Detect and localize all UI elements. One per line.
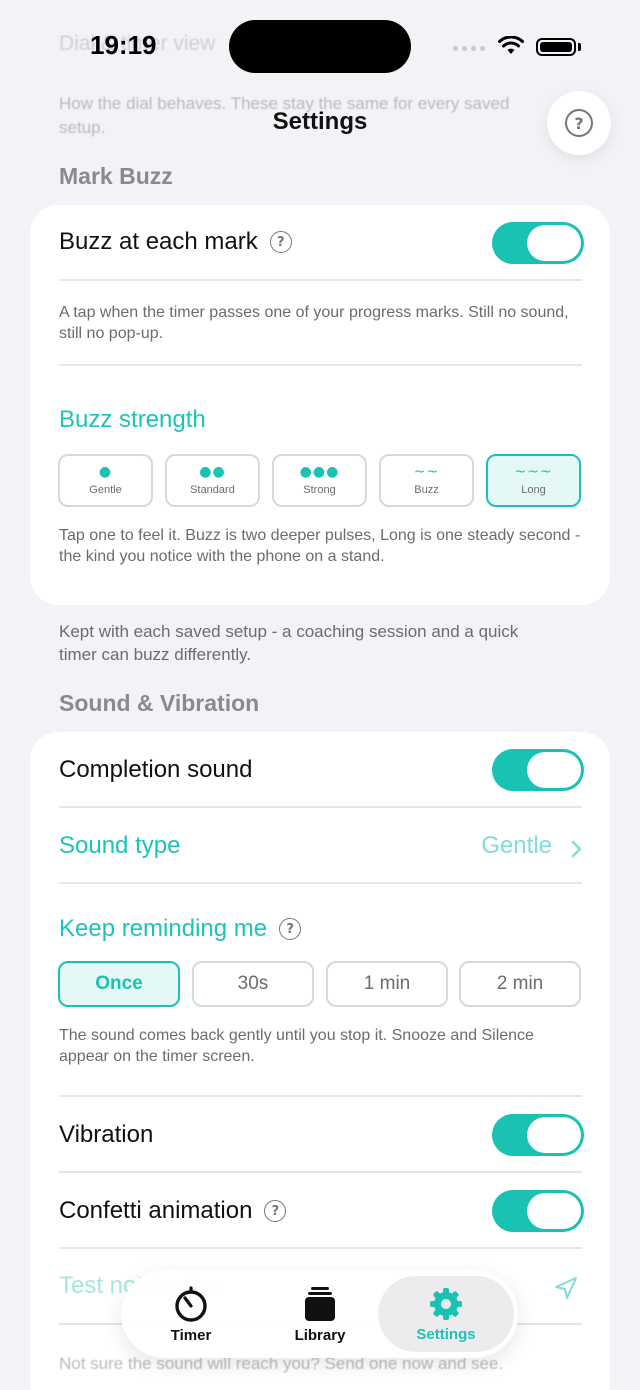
strength-standard-icon: ●● (199, 464, 226, 480)
divider (59, 806, 582, 808)
strength-note: Tap one to feel it. Buzz is two deeper p… (59, 527, 581, 565)
remind-option-30s[interactable]: 30s (192, 961, 314, 1007)
status-time: 19:19 (90, 30, 157, 60)
buzz-at-each-mark-row: Buzz at each mark ? (59, 228, 292, 256)
battery-cap (578, 43, 581, 51)
strength-option-strong[interactable]: ●●● Strong (272, 454, 367, 507)
completion-sound-row: Completion sound (59, 756, 252, 784)
remind-note: The sound comes back gently until you st… (59, 1027, 534, 1065)
remind-option-once[interactable]: Once (58, 961, 180, 1007)
confetti-row: Confetti animation ? (59, 1197, 287, 1225)
strength-option-label: Standard (190, 484, 235, 496)
strength-buzz-icon: ~~ (413, 464, 440, 480)
strength-option-long[interactable]: ~~~ Long (486, 454, 581, 507)
section-header-sound-vibration: Sound & Vibration (59, 690, 260, 716)
tab-timer-label: Timer (170, 1326, 212, 1344)
completion-sound-label: Completion sound (59, 756, 253, 783)
gear-icon (430, 1287, 462, 1320)
timer-icon (175, 1285, 207, 1322)
confetti-toggle[interactable] (492, 1190, 584, 1232)
keep-reminding-help-icon[interactable]: ? (279, 918, 302, 940)
strength-long-icon: ~~~ (514, 464, 553, 480)
strength-option-label: Strong (303, 484, 336, 496)
wifi-icon (498, 36, 524, 54)
tab-library[interactable]: Library (261, 1270, 379, 1358)
tab-settings-label: Settings (416, 1325, 476, 1343)
strength-option-buzz[interactable]: ~~ Buzz (379, 454, 474, 507)
tab-library-label: Library (294, 1326, 346, 1344)
page-title: Settings (272, 108, 368, 135)
strength-option-label: Gentle (89, 484, 122, 496)
strength-option-label: Buzz (414, 484, 439, 496)
buzz-strength-label: Buzz strength (59, 406, 206, 433)
divider (59, 1247, 582, 1249)
buzz-note: A tap when the timer passes one of your … (59, 304, 569, 342)
sound-type-label: Sound type (59, 832, 181, 859)
divider (59, 1095, 582, 1097)
keep-reminding-row: Keep reminding me ? (59, 915, 302, 943)
battery-icon (536, 38, 576, 56)
strength-option-gentle[interactable]: ● Gentle (58, 454, 153, 507)
help-button[interactable]: ? (547, 91, 611, 155)
divider (59, 279, 582, 281)
divider (59, 882, 582, 884)
buzz-at-each-mark-toggle[interactable] (492, 222, 584, 264)
cellular-signal-icon (453, 46, 485, 51)
buzz-at-each-mark-label: Buzz at each mark (59, 228, 258, 255)
tab-bar: Timer Library Settings (121, 1270, 518, 1358)
send-icon[interactable] (553, 1275, 579, 1301)
section-header-mark-buzz: Mark Buzz (59, 163, 173, 189)
library-icon (305, 1286, 335, 1321)
sound-type-value: Gentle (481, 832, 552, 859)
confetti-label: Confetti animation (59, 1197, 253, 1224)
strength-option-standard[interactable]: ●● Standard (165, 454, 260, 507)
remind-option-1min[interactable]: 1 min (326, 961, 448, 1007)
tab-timer[interactable]: Timer (121, 1270, 261, 1358)
vibration-row: Vibration (59, 1121, 153, 1149)
sound-type-row[interactable]: Sound type Gentle (59, 826, 582, 866)
confetti-help-icon[interactable]: ? (264, 1200, 287, 1222)
chevron-right-icon (571, 840, 582, 858)
completion-sound-toggle[interactable] (492, 749, 584, 791)
tab-settings[interactable]: Settings (378, 1276, 514, 1352)
vibration-label: Vibration (59, 1121, 154, 1148)
strength-strong-icon: ●●● (299, 464, 340, 480)
divider (59, 1171, 582, 1173)
dynamic-island (229, 20, 411, 73)
vibration-toggle[interactable] (492, 1114, 584, 1156)
help-icon: ? (565, 109, 593, 137)
buzz-help-icon[interactable]: ? (269, 231, 292, 253)
strength-gentle-icon: ● (98, 464, 113, 480)
remind-option-2min[interactable]: 2 min (459, 961, 581, 1007)
keep-reminding-label: Keep reminding me (59, 915, 268, 942)
divider (59, 364, 582, 366)
strength-option-label: Long (521, 484, 546, 496)
mark-buzz-footer: Kept with each saved setup - a coaching … (59, 622, 519, 664)
